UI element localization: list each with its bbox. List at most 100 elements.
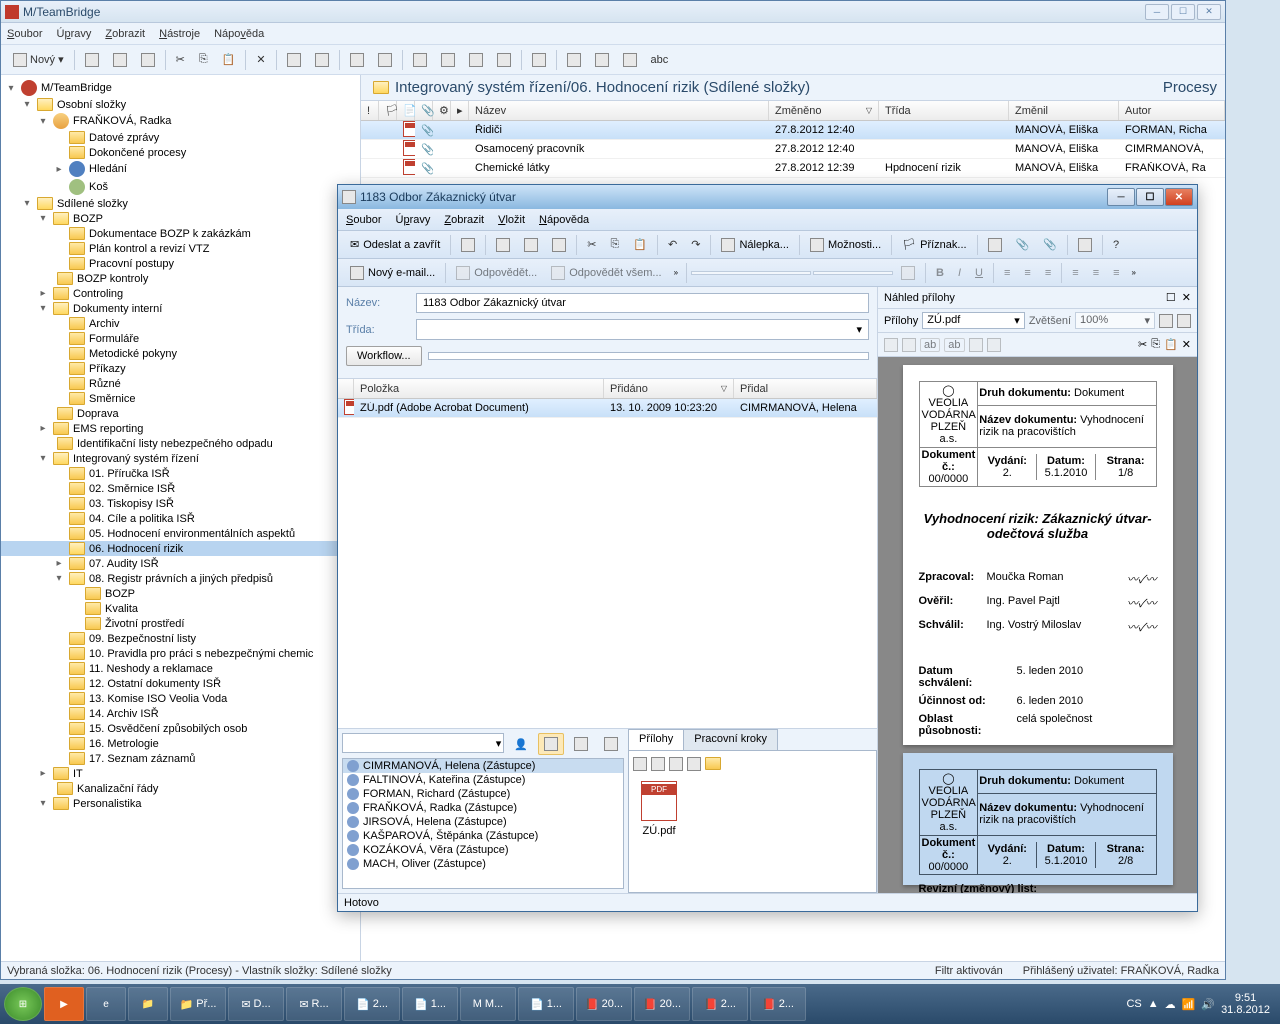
tb-icon-10[interactable]	[372, 49, 398, 71]
tree-item[interactable]: Kanalizační řády	[77, 783, 158, 795]
tree-item[interactable]: 17. Seznam záznamů	[89, 753, 195, 765]
taskbar-item[interactable]: 📕20...	[576, 987, 632, 1021]
dtb-a4[interactable]	[1072, 234, 1098, 256]
tb-icon-1[interactable]	[79, 49, 105, 71]
dtb-a2[interactable]: 📎	[1010, 234, 1036, 255]
attach-tb-2[interactable]	[651, 757, 665, 771]
tree-item-selected[interactable]: 06. Hodnocení rizik	[89, 543, 183, 555]
maximize-button[interactable]: ☐	[1171, 4, 1195, 20]
dtb-redo[interactable]: ↷	[685, 234, 706, 255]
tb-icon-11[interactable]	[407, 49, 433, 71]
tree-item[interactable]: Příkazy	[89, 363, 126, 375]
tree-item[interactable]: 10. Pravidla pro práci s nebezpečnými ch…	[89, 648, 313, 660]
tree-item[interactable]: Archiv	[89, 318, 120, 330]
tree-osobni[interactable]: Osobní složky	[57, 99, 126, 111]
dmenu-upravy[interactable]: Úpravy	[395, 214, 430, 226]
tree-datove[interactable]: Datové zprávy	[89, 132, 159, 144]
size-combo[interactable]	[813, 271, 893, 275]
col-polozka[interactable]: Položka	[354, 379, 604, 398]
attach-tb-4[interactable]	[687, 757, 701, 771]
assignee-item[interactable]: FRAŇKOVÁ, Radka (Zástupce)	[343, 801, 623, 815]
preview-file-combo[interactable]: ZÚ.pdf▾	[922, 312, 1025, 329]
taskbar-item[interactable]: ✉R...	[286, 987, 342, 1021]
detail-close[interactable]: ✕	[1165, 188, 1193, 206]
class-combo[interactable]: ▾	[416, 319, 869, 340]
new-button[interactable]: Nový ▾	[7, 49, 70, 71]
tree-item[interactable]: 12. Ostatní dokumenty ISŘ	[89, 678, 221, 690]
preview-pin[interactable]: ☐	[1166, 291, 1176, 304]
dtb-a3[interactable]: 📎	[1037, 234, 1063, 255]
table-row[interactable]: 📎 Řidiči 27.8.2012 12:40 MANOVÁ, Eliška …	[361, 121, 1225, 140]
task-media[interactable]: ▶	[44, 987, 84, 1021]
dmenu-soubor[interactable]: Soubor	[346, 214, 381, 226]
item-row[interactable]: ZÚ.pdf (Adobe Acrobat Document) 13. 10. …	[338, 399, 877, 418]
pv-paste[interactable]: 📋	[1164, 338, 1178, 351]
tree-item[interactable]: Různé	[89, 378, 121, 390]
dtb-4[interactable]	[546, 234, 572, 256]
copy-button[interactable]: ⎘	[193, 49, 214, 70]
task-explorer[interactable]: 📁	[128, 987, 168, 1021]
tree-item[interactable]: BOZP kontroly	[77, 273, 148, 285]
tree-item[interactable]: Integrovaný systém řízení	[73, 453, 199, 465]
assignee-btn-1[interactable]	[538, 733, 564, 755]
name-input[interactable]	[416, 293, 869, 313]
menu-upravy[interactable]: Úpravy	[56, 28, 91, 40]
tree-item[interactable]: Doprava	[77, 408, 119, 420]
tb-icon-12[interactable]	[435, 49, 461, 71]
dtb-cut[interactable]: ✂	[581, 234, 602, 255]
tree-item[interactable]: 11. Neshody a reklamace	[89, 663, 213, 675]
taskbar-item[interactable]: 📕2...	[692, 987, 748, 1021]
tree-item[interactable]: 03. Tiskopisy ISŘ	[89, 498, 174, 510]
tree-item[interactable]: Personalistika	[73, 798, 141, 810]
tree-item[interactable]: 05. Hodnocení environmentálních aspektů	[89, 528, 295, 540]
taskbar-item[interactable]: 📁Př...	[170, 987, 226, 1021]
tree-user[interactable]: FRAŇKOVÁ, Radka	[73, 115, 171, 127]
dtb-copy[interactable]: ⎘	[604, 234, 625, 255]
dtb-a1[interactable]	[982, 234, 1008, 256]
workflow-field[interactable]	[428, 352, 869, 360]
taskbar-item[interactable]: 📄1...	[518, 987, 574, 1021]
col-pridal[interactable]: Přidal	[734, 379, 877, 398]
assignee-item[interactable]: CIMRMANOVÁ, Helena (Zástupce)	[343, 759, 623, 773]
assignee-item[interactable]: FORMAN, Richard (Zástupce)	[343, 787, 623, 801]
assignee-item[interactable]: FALTINOVÁ, Kateřina (Zástupce)	[343, 773, 623, 787]
tb-icon-17[interactable]	[589, 49, 615, 71]
tree-item[interactable]: 14. Archiv ISŘ	[89, 708, 159, 720]
dtb-1[interactable]	[455, 234, 481, 256]
close-button[interactable]: ✕	[1197, 4, 1221, 20]
table-row[interactable]: 📎 Osamocený pracovník 27.8.2012 12:40 MA…	[361, 140, 1225, 159]
tab-prilohy[interactable]: Přílohy	[628, 729, 684, 750]
detail-minimize[interactable]: ─	[1107, 188, 1135, 206]
tree-bozp[interactable]: BOZP	[73, 213, 103, 225]
tray-icon[interactable]: 📶	[1182, 998, 1196, 1011]
attach-tb-3[interactable]	[669, 757, 683, 771]
tree-item[interactable]: Formuláře	[89, 333, 139, 345]
tree-item[interactable]: 02. Směrnice ISŘ	[89, 483, 175, 495]
tree-item[interactable]: Plán kontrol a revizí VTZ	[89, 243, 209, 255]
tb-icon-18[interactable]	[617, 49, 643, 71]
pv-del[interactable]: ✕	[1182, 338, 1191, 351]
attach-tb-folder[interactable]	[705, 757, 721, 770]
taskbar-item[interactable]: 📕2...	[750, 987, 806, 1021]
col-zmenil[interactable]: Změnil	[1009, 101, 1119, 120]
col-nazev[interactable]: Název	[469, 101, 769, 120]
dmenu-vlozit[interactable]: Vložit	[498, 214, 525, 226]
tb-icon-7[interactable]	[281, 49, 307, 71]
assignee-item[interactable]: JIRSOVÁ, Helena (Zástupce)	[343, 815, 623, 829]
taskbar-item[interactable]: 📄1...	[402, 987, 458, 1021]
lang-indicator[interactable]: CS	[1126, 998, 1141, 1010]
pv-copy[interactable]: ⎘	[1151, 338, 1160, 351]
tb-icon-13[interactable]	[463, 49, 489, 71]
tree-item[interactable]: Pracovní postupy	[89, 258, 174, 270]
tray-icon[interactable]: ▲	[1148, 998, 1159, 1010]
menu-napoveda[interactable]: Nápověda	[214, 28, 264, 40]
dtb-2[interactable]	[490, 234, 516, 256]
tb-icon-3[interactable]	[135, 49, 161, 71]
tree-root[interactable]: M/TeamBridge	[41, 82, 112, 94]
dtb-paste[interactable]: 📋	[627, 234, 653, 255]
dmenu-zobrazit[interactable]: Zobrazit	[444, 214, 484, 226]
tb-icon-19[interactable]: abc	[645, 50, 675, 70]
send-close-button[interactable]: ✉ Odeslat a zavřít	[344, 236, 446, 253]
paste-button[interactable]: 📋	[216, 49, 242, 70]
add-assignee[interactable]: 👤	[508, 733, 534, 755]
